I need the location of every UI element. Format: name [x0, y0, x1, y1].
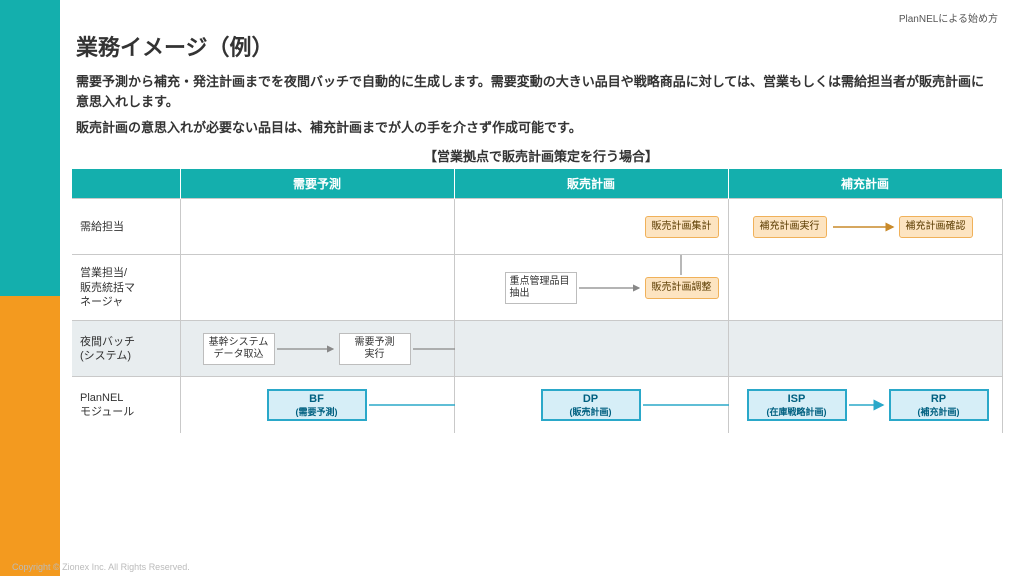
module-bf: BF (需要予測): [267, 389, 367, 421]
box-replenish-exec: 補充計画実行: [753, 216, 827, 238]
box-core-sys-import: 基幹システム データ取込: [203, 333, 275, 365]
module-rp-sub: (補充計画): [918, 407, 960, 418]
left-accent-stripe: [0, 0, 60, 576]
header-blank: [72, 169, 180, 199]
body-text-1: 需要予測から補充・発注計画までを夜間バッチで自動的に生成します。需要変動の大きい…: [76, 72, 994, 112]
header-sales-plan: 販売計画: [454, 169, 728, 199]
module-dp: DP (販売計画): [541, 389, 641, 421]
row-plannel-modules: PlanNEL モジュール BF (需要予測) DP: [72, 377, 1002, 433]
rowhdr-supply-demand: 需給担当: [72, 199, 180, 255]
slide-title: 業務イメージ（例）: [76, 30, 1012, 62]
module-rp-main: RP: [931, 393, 946, 407]
breadcrumb-tag: PlanNELによる始め方: [899, 10, 998, 25]
rowhdr-night-batch: 夜間バッチ (システム): [72, 321, 180, 377]
box-replenish-confirm: 補充計画確認: [899, 216, 973, 238]
header-demand-forecast: 需要予測: [180, 169, 454, 199]
content-area: PlanNELによる始め方 業務イメージ（例） 需要予測から補充・発注計画までを…: [70, 8, 1012, 552]
box-sales-aggregate: 販売計画集計: [645, 216, 719, 238]
slide: PlanNELによる始め方 業務イメージ（例） 需要予測から補充・発注計画までを…: [0, 0, 1024, 576]
header-replenish-plan: 補充計画: [728, 169, 1002, 199]
row-supply-demand: 需給担当 販売計画集計 補充計画実行 補充計画確認: [72, 199, 1002, 255]
copyright-footer: Copyright © Zionex Inc. All Rights Reser…: [12, 562, 190, 572]
module-bf-main: BF: [309, 393, 324, 407]
body-text-2: 販売計画の意思入れが必要ない品目は、補充計画までが人の手を介さず作成可能です。: [76, 118, 994, 138]
rowhdr-sales-manager: 営業担当/ 販売統括マ ネージャ: [72, 255, 180, 321]
box-demand-forecast-exec: 需要予測 実行: [339, 333, 411, 365]
table-subtitle: 【営業拠点で販売計画策定を行う場合】: [70, 146, 1012, 165]
module-bf-sub: (需要予測): [296, 407, 338, 418]
module-dp-sub: (販売計画): [570, 407, 612, 418]
module-dp-main: DP: [583, 393, 598, 407]
row-night-batch: 夜間バッチ (システム) 基幹システム データ取込 需要予測 実行: [72, 321, 1002, 377]
row-sales-manager: 営業担当/ 販売統括マ ネージャ 重点管理品目 抽出 販売計画調整: [72, 255, 1002, 321]
module-rp: RP (補充計画): [889, 389, 989, 421]
rowhdr-plannel: PlanNEL モジュール: [72, 377, 180, 433]
workflow-table: 需要予測 販売計画 補充計画 需給担当 販売計画集計 補充計画実行 補充計画確認: [72, 169, 1003, 433]
module-isp: ISP (在庫戦略計画): [747, 389, 847, 421]
module-isp-main: ISP: [788, 393, 806, 407]
arrow-agg-to-replenish: [455, 321, 729, 377]
module-isp-sub: (在庫戦略計画): [767, 407, 827, 418]
box-priority-extract: 重点管理品目 抽出: [505, 272, 577, 304]
box-sales-adjust: 販売計画調整: [645, 277, 719, 299]
